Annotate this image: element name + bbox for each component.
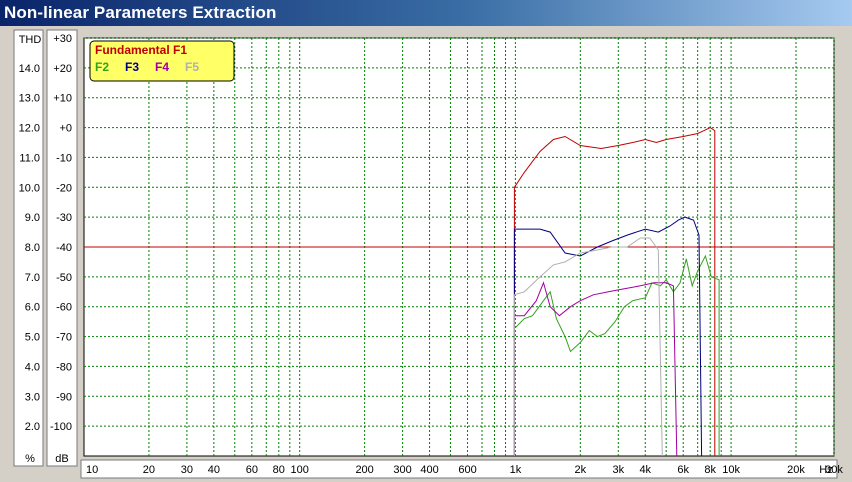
legend-entry-f2: F2 (95, 60, 109, 74)
legend: Fundamental F1 F2 F3 F4 F5 (89, 40, 235, 82)
db-tick-label: -20 (56, 182, 72, 194)
db-tick-label: +10 (53, 93, 72, 105)
thd-chart: THD +30 +20 14.0 +10 13.0 +0 12.0 -10 11.0 -20 10.0… (13, 29, 843, 479)
db-tick-label: +20 (53, 63, 72, 75)
x-unit-label: Hz (819, 464, 832, 476)
x-tick-label: 40 (208, 464, 220, 476)
thd-tick-label: 3.0 (25, 391, 40, 403)
x-tick-label: 20k (787, 464, 805, 476)
db-tick-label: -40 (56, 242, 72, 254)
x-tick-label: 60 (246, 464, 258, 476)
x-tick-label: 400 (420, 464, 438, 476)
x-tick-label: 10 (86, 464, 98, 476)
thd-tick-label: 8.0 (25, 242, 40, 254)
db-tick-label: -70 (56, 332, 72, 344)
thd-axis-header: THD (19, 34, 42, 46)
legend-entry-f4: F4 (155, 60, 169, 74)
window-title: Non-linear Parameters Extraction (4, 3, 277, 22)
db-tick-label: -60 (56, 302, 72, 314)
x-tick-label: 30 (181, 464, 193, 476)
x-tick-label: 2k (575, 464, 587, 476)
thd-tick-label: 2.0 (25, 421, 40, 433)
thd-tick-label: 14.0 (19, 63, 40, 75)
x-tick-label: 8k (704, 464, 716, 476)
thd-tick-label: 9.0 (25, 212, 40, 224)
db-tick-label: -10 (56, 152, 72, 164)
thd-tick-label: 6.0 (25, 302, 40, 314)
thd-tick-label: 7.0 (25, 272, 40, 284)
x-tick-label: 600 (458, 464, 476, 476)
db-tick-label: -80 (56, 361, 72, 373)
x-tick-label: 3k (612, 464, 624, 476)
db-tick-label: -50 (56, 272, 72, 284)
thd-tick-label: 11.0 (19, 152, 40, 164)
thd-tick-label: 5.0 (25, 332, 40, 344)
legend-entry-f1: Fundamental F1 (95, 43, 187, 57)
x-tick-label: 10k (722, 464, 740, 476)
thd-unit-label: % (25, 453, 35, 465)
thd-tick-label: 13.0 (19, 93, 40, 105)
db-unit-label: dB (55, 453, 68, 465)
thd-tick-label: 10.0 (19, 182, 40, 194)
x-tick-label: 200 (355, 464, 373, 476)
x-tick-label: 80 (273, 464, 285, 476)
db-tick-label: +0 (59, 123, 72, 135)
db-tick-label: +30 (53, 33, 72, 45)
x-tick-label: 1k (510, 464, 522, 476)
db-tick-label: -90 (56, 391, 72, 403)
thd-tick-label: 4.0 (25, 361, 40, 373)
x-tick-label: 100 (291, 464, 309, 476)
legend-entry-f5: F5 (185, 60, 199, 74)
db-tick-label: -100 (50, 421, 72, 433)
legend-entry-f3: F3 (125, 60, 139, 74)
x-tick-label: 300 (393, 464, 411, 476)
y-tick-labels: THD +30 +20 14.0 +10 13.0 +0 12.0 -10 11.0 -20 10.0… (19, 33, 72, 465)
db-tick-label: -30 (56, 212, 72, 224)
x-tick-label: 4k (639, 464, 651, 476)
window-titlebar: Non-linear Parameters Extraction (0, 0, 852, 26)
chart-frame: THD +30 +20 14.0 +10 13.0 +0 12.0 -10 11.0 -20 10.0… (0, 26, 852, 482)
x-tick-label: 20 (143, 464, 155, 476)
thd-tick-label: 12.0 (19, 123, 40, 135)
x-tick-label: 6k (677, 464, 689, 476)
